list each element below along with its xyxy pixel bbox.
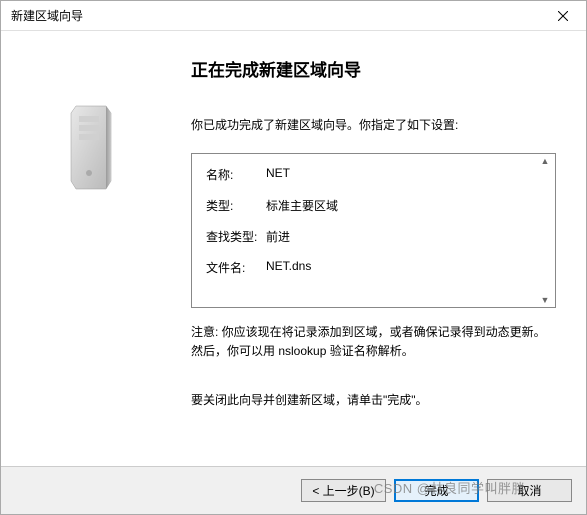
setting-value: 标准主要区域 xyxy=(266,197,338,214)
setting-row-name: 名称: NET xyxy=(206,166,541,183)
closing-text: 要关闭此向导并创建新区域，请单击"完成"。 xyxy=(191,391,556,408)
close-icon xyxy=(558,11,568,21)
content-panel: 正在完成新建区域向导 你已成功完成了新建区域向导。你指定了如下设置: 名称: N… xyxy=(181,51,586,456)
body: 正在完成新建区域向导 你已成功完成了新建区域向导。你指定了如下设置: 名称: N… xyxy=(1,31,586,466)
back-button[interactable]: < 上一步(B) xyxy=(301,479,386,502)
note-text: 注意: 你应该现在将记录添加到区域，或者确保记录得到动态更新。然后，你可以用 n… xyxy=(191,323,556,361)
scroll-down-icon: ▼ xyxy=(541,295,550,305)
button-bar: < 上一步(B) 完成 取消 xyxy=(1,466,586,514)
cancel-button[interactable]: 取消 xyxy=(487,479,572,502)
setting-label: 文件名: xyxy=(206,259,266,276)
scroll-up-icon: ▲ xyxy=(541,156,550,166)
setting-label: 名称: xyxy=(206,166,266,183)
setting-row-type: 类型: 标准主要区域 xyxy=(206,197,541,214)
scrollbar[interactable]: ▲ ▼ xyxy=(537,156,553,305)
setting-value: NET.dns xyxy=(266,259,311,276)
titlebar: 新建区域向导 xyxy=(1,1,586,31)
settings-summary-box: 名称: NET 类型: 标准主要区域 查找类型: 前进 文件名: NET.dns… xyxy=(191,153,556,308)
intro-text: 你已成功完成了新建区域向导。你指定了如下设置: xyxy=(191,116,556,133)
wizard-window: 新建区域向导 xyxy=(0,0,587,515)
setting-row-file: 文件名: NET.dns xyxy=(206,259,541,276)
window-title: 新建区域向导 xyxy=(1,7,540,24)
page-heading: 正在完成新建区域向导 xyxy=(191,56,556,81)
setting-value: NET xyxy=(266,166,290,183)
setting-value: 前进 xyxy=(266,228,290,245)
finish-button[interactable]: 完成 xyxy=(394,479,479,502)
setting-label: 类型: xyxy=(206,197,266,214)
setting-row-lookup: 查找类型: 前进 xyxy=(206,228,541,245)
sidebar xyxy=(1,51,181,456)
close-button[interactable] xyxy=(540,1,586,31)
setting-label: 查找类型: xyxy=(206,228,266,245)
server-tower-icon xyxy=(61,101,121,191)
